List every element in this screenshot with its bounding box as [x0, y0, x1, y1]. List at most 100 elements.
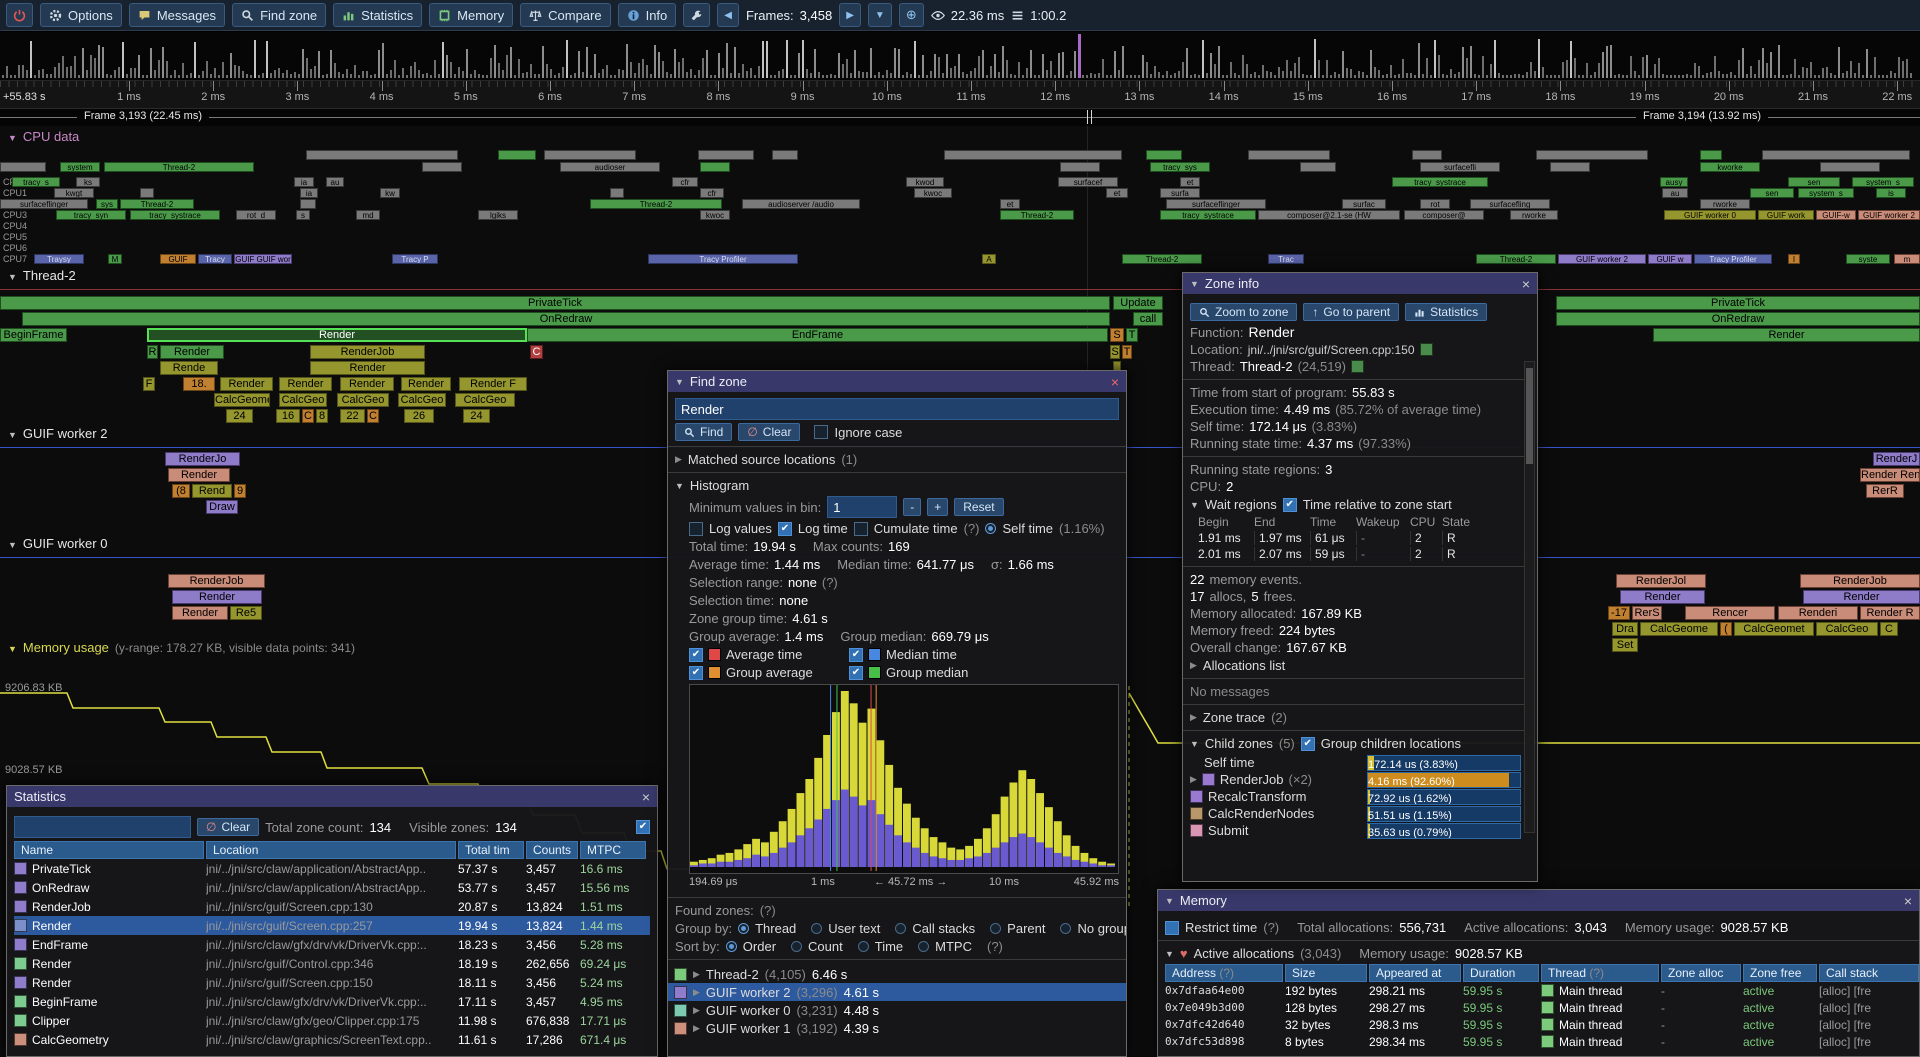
column-header-name[interactable]: Name — [14, 841, 204, 859]
table-row[interactable]: PrivateTickjni/../jni/src/claw/applicati… — [14, 859, 650, 878]
time-relative-checkbox[interactable] — [1283, 498, 1297, 512]
statistics-button[interactable]: Statistics — [333, 3, 422, 27]
cpu-zone[interactable]: composer@2.1-se (HW — [1258, 210, 1400, 220]
radio-order[interactable] — [726, 941, 737, 952]
histogram-toggle[interactable]: ▼ Histogram — [675, 478, 1119, 493]
radio-call-stacks[interactable] — [895, 923, 906, 934]
table-row[interactable]: Renderjni/../jni/src/guif/Screen.cpp:150… — [14, 973, 650, 992]
cpu-zone[interactable]: is — [1876, 188, 1906, 198]
cpu-zone[interactable]: kw — [380, 188, 400, 198]
timeline-zone[interactable]: RenderJob — [1800, 574, 1920, 588]
scrollbar-thumb[interactable] — [1526, 368, 1533, 464]
column-header-zone-alloc[interactable]: Zone alloc — [1661, 964, 1741, 982]
cpu-zone[interactable] — [544, 150, 636, 160]
timeline-zone[interactable]: 26 — [404, 409, 434, 423]
wait-regions-toggle[interactable]: ▼ Wait regions Time relative to zone sta… — [1190, 497, 1521, 512]
radio-count[interactable] — [791, 941, 802, 952]
timeline-zone[interactable]: Render F — [459, 377, 527, 391]
frame-overview-strip[interactable] — [0, 32, 1920, 81]
child-zones-toggle[interactable]: ▼ Child zones (5) Group children locatio… — [1190, 736, 1521, 751]
timeline-zone[interactable]: 9 — [234, 484, 246, 498]
thread-section-header[interactable]: ▼GUIF worker 0 — [8, 536, 107, 551]
radio-parent[interactable] — [990, 923, 1001, 934]
timeline-zone[interactable]: S — [1110, 328, 1124, 342]
timeline-zone[interactable]: 8 — [316, 409, 328, 423]
statistics-titlebar[interactable]: Statistics × — [7, 786, 657, 807]
cpu-zone[interactable]: Traysy — [34, 254, 84, 264]
column-header-duration[interactable]: Duration — [1463, 964, 1539, 982]
cpu-zone[interactable] — [610, 188, 624, 198]
timeline-zone[interactable]: RerR — [1866, 484, 1904, 498]
timeline-zone[interactable]: T — [1122, 345, 1132, 359]
cpu-zone[interactable]: M — [108, 254, 122, 264]
cpu-zone[interactable]: s — [296, 210, 310, 220]
table-row[interactable]: Renderjni/../jni/src/guif/Screen.cpp:257… — [14, 916, 650, 935]
memory-titlebar[interactable]: ▼ Memory × — [1158, 890, 1919, 911]
timeline-zone[interactable]: Render — [1620, 590, 1705, 604]
timeline-zone[interactable]: Render — [172, 606, 228, 620]
help-icon[interactable]: (?) — [964, 521, 980, 536]
zoom-to-zone-button[interactable]: Zoom to zone — [1190, 303, 1297, 321]
timeline-zone[interactable]: -17 — [1608, 606, 1630, 620]
cpu-zone[interactable] — [1300, 162, 1336, 172]
timeline-zone[interactable]: Render — [340, 377, 394, 391]
cpu-zone[interactable]: Trac — [1268, 254, 1304, 264]
column-header-location[interactable]: Location — [206, 841, 456, 859]
child-zone-row[interactable]: CalcRenderNodes51.51 us (1.15%) — [1190, 805, 1521, 822]
table-row[interactable]: Renderjni/../jni/src/guif/Control.cpp:34… — [14, 954, 650, 973]
timeline-zone[interactable]: Update — [1113, 296, 1163, 310]
timeline-zone[interactable]: Render — [1653, 328, 1920, 342]
zone-group-row[interactable]: ▶Thread-2(4,105)6.46 s — [668, 965, 1126, 983]
cpu-zone[interactable]: audioser — [560, 162, 660, 172]
legend-item[interactable]: Average time — [689, 647, 849, 662]
table-row[interactable]: EndFramejni/../jni/src/claw/gfx/drv/vk/D… — [14, 935, 650, 954]
cpu-zone[interactable]: tracy_sys — [1150, 162, 1210, 172]
timeline-zone[interactable]: 22 — [340, 409, 365, 423]
timeline-zone[interactable]: S — [1110, 345, 1120, 359]
cpu-zone[interactable]: rot_d — [236, 210, 276, 220]
cpu-zone[interactable]: lgiks — [478, 210, 518, 220]
timeline-zone[interactable]: 16 — [276, 409, 300, 423]
cpu-zone[interactable]: md — [356, 210, 380, 220]
cpu-zone[interactable] — [1550, 162, 1590, 172]
cpu-zone[interactable] — [772, 150, 798, 160]
reset-button[interactable]: Reset — [954, 498, 1003, 516]
column-header-zone-free[interactable]: Zone free — [1743, 964, 1817, 982]
allocations-list-toggle[interactable]: ▶Allocations list — [1190, 658, 1521, 673]
cpu-zone[interactable] — [140, 188, 154, 198]
cpu-zone[interactable] — [422, 162, 462, 172]
cpu-zone[interactable]: Thread-2 — [1476, 254, 1556, 264]
radio-mtpc[interactable] — [918, 941, 929, 952]
cpu-zone[interactable]: surfa — [1160, 188, 1200, 198]
stats-option-checkbox[interactable] — [636, 820, 650, 834]
compare-button[interactable]: Compare — [520, 3, 610, 27]
cpu-zone[interactable]: kwgt — [54, 188, 94, 198]
cpu-zone[interactable]: Thread-2 — [120, 199, 194, 209]
cpu-zone[interactable] — [698, 150, 754, 160]
column-header-address[interactable]: Address (?) — [1165, 964, 1283, 982]
self-time-toggle[interactable] — [985, 523, 996, 534]
cpu-zone[interactable]: rworke — [1510, 210, 1558, 220]
cpu-zone[interactable] — [1060, 162, 1100, 172]
prev-frame-button[interactable]: ◀ — [717, 3, 739, 27]
cpu-zone[interactable]: system_s — [1852, 177, 1914, 187]
table-row[interactable]: 0x7dfc42d64032 bytes298.3 ms59.95 sMain … — [1165, 1016, 1912, 1033]
close-icon[interactable]: × — [1522, 276, 1530, 292]
cpu-zone[interactable]: Thread-2 — [1000, 210, 1074, 220]
cpu-zone[interactable]: tracy_syn — [56, 210, 126, 220]
cpu-zone[interactable]: Thread-2 — [590, 199, 722, 209]
find-zone-histogram[interactable] — [689, 684, 1119, 874]
cpu-zone[interactable] — [944, 150, 1122, 160]
timeline-zone[interactable]: R — [147, 345, 158, 359]
info-button[interactable]: Info — [618, 3, 677, 27]
legend-item[interactable]: Group median — [849, 665, 1009, 680]
cpu-zone[interactable]: I — [1788, 254, 1800, 264]
cpu-zone[interactable] — [0, 162, 46, 172]
timeline-zone[interactable]: Rencer — [1685, 606, 1775, 620]
cpu-zone[interactable]: syste — [1846, 254, 1890, 264]
cpu-zone[interactable]: GUIF worker 2 — [1858, 210, 1920, 220]
child-zone-row[interactable]: Self time172.14 us (3.83%) — [1190, 754, 1521, 771]
child-zone-row[interactable]: RecalcTransform72.92 us (1.62%) — [1190, 788, 1521, 805]
cpu-zone[interactable]: surfacefli — [1420, 162, 1500, 172]
cumulate-time-checkbox[interactable] — [854, 522, 868, 536]
